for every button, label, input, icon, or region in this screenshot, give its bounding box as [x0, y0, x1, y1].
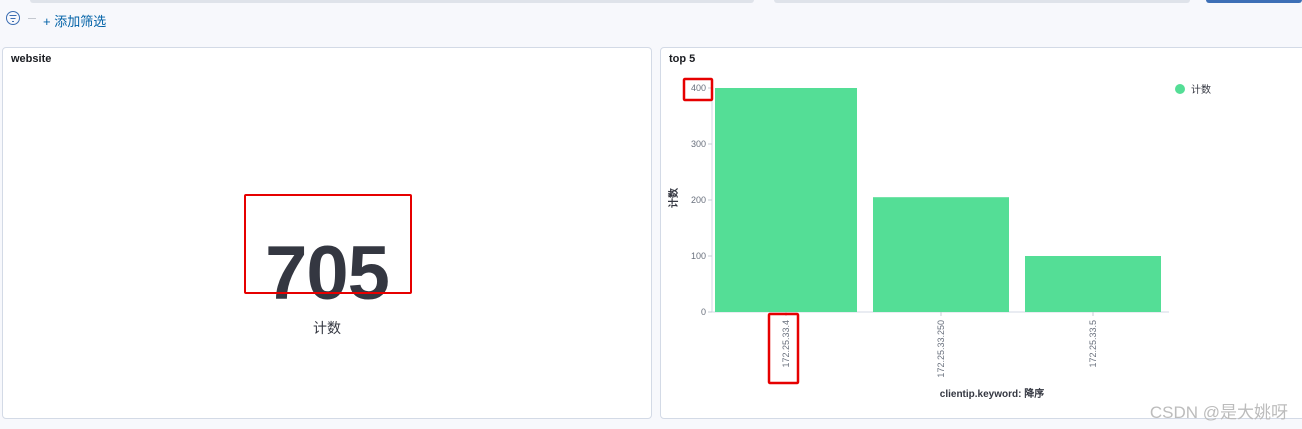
bar-172.25.33.5[interactable]	[1025, 256, 1161, 312]
x-tick-label: 172.25.33.5	[1088, 320, 1098, 368]
time-picker-edge[interactable]	[774, 0, 1190, 3]
panel-title: website	[11, 53, 52, 65]
website-panel: website 705 计数	[2, 47, 652, 419]
y-tick-label: 200	[691, 195, 706, 205]
bar-172.25.33.4[interactable]	[715, 88, 857, 312]
metric-label: 计数	[313, 320, 341, 336]
y-tick-label: 100	[691, 251, 706, 261]
bar-172.25.33.250[interactable]	[873, 197, 1009, 312]
query-input-edge[interactable]	[30, 0, 754, 3]
filter-icon[interactable]	[6, 11, 20, 25]
bar-chart: 0 100 200 300 400 172.25.33.4 172.25.33.250 172…	[667, 77, 1211, 400]
legend-label[interactable]: 计数	[1191, 83, 1211, 96]
highlight-box-metric	[244, 194, 412, 294]
divider	[28, 18, 36, 19]
y-axis-title: 计数	[667, 187, 680, 208]
x-tick-label: 172.25.33.250	[936, 320, 946, 378]
y-tick-label: 400	[691, 83, 706, 93]
add-filter-button[interactable]: + 添加筛选	[43, 11, 106, 30]
x-axis-title: clientip.keyword: 降序	[940, 387, 1044, 400]
x-tick-label: 172.25.33.4	[781, 320, 791, 368]
update-button-edge[interactable]	[1206, 0, 1302, 3]
query-bar: + 添加筛选	[0, 0, 1302, 44]
y-tick-label: 300	[691, 139, 706, 149]
y-tick-label: 0	[701, 307, 706, 317]
watermark: CSDN @是大姚呀	[1149, 403, 1288, 422]
top5-panel: top 5 0 100 200 300 400 172.25.33.4 172.25.33.…	[660, 47, 1302, 419]
legend-dot[interactable]	[1175, 84, 1185, 94]
